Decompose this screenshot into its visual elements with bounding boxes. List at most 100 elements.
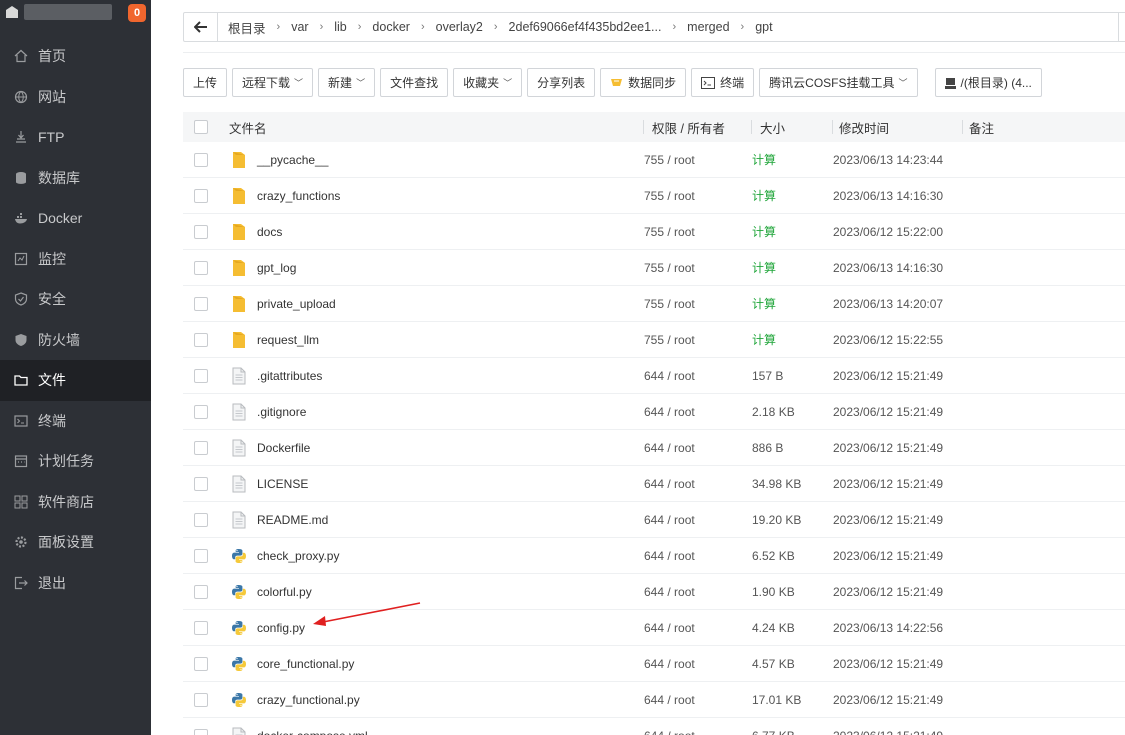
favorites-button[interactable]: 收藏夹 ﹀ — [453, 68, 523, 97]
row-checkbox[interactable] — [194, 548, 208, 563]
file-name-link[interactable]: config.py — [257, 621, 305, 635]
permissions-link[interactable]: 755 / root — [644, 261, 752, 275]
breadcrumb-segment[interactable]: docker — [368, 20, 414, 34]
breadcrumb-segment[interactable]: gpt — [751, 20, 776, 34]
table-row[interactable]: .gitattributes 644 / root 157 B 2023/06/12 … — [183, 358, 1125, 394]
table-row[interactable]: request_llm 755 / root 计算 2023/06/12 15:22:… — [183, 322, 1125, 358]
row-checkbox[interactable] — [194, 620, 208, 635]
permissions-link[interactable]: 755 / root — [644, 333, 752, 347]
calculate-size-link[interactable]: 计算 — [752, 187, 833, 204]
breadcrumb-segment[interactable]: overlay2 — [432, 20, 487, 34]
permissions-link[interactable]: 644 / root — [644, 369, 752, 383]
file-name-link[interactable]: LICENSE — [257, 477, 308, 491]
breadcrumb-segment[interactable]: var — [287, 20, 312, 34]
sidebar-item[interactable]: 退出 — [0, 563, 151, 604]
permissions-link[interactable]: 755 / root — [644, 189, 752, 203]
cosfs-mount-button[interactable]: 腾讯云COSFS挂载工具 ﹀ — [759, 68, 918, 97]
permissions-link[interactable]: 644 / root — [644, 621, 752, 635]
back-button[interactable] — [184, 13, 218, 41]
file-search-button[interactable]: 文件查找 — [380, 68, 449, 97]
sidebar-item[interactable]: 安全 — [0, 279, 151, 320]
sidebar-item[interactable]: 计划任务 — [0, 441, 151, 482]
file-name-link[interactable]: .gitattributes — [257, 369, 322, 383]
file-name-link[interactable]: check_proxy.py — [257, 549, 339, 563]
new-button[interactable]: 新建 ﹀ — [318, 68, 376, 97]
permissions-link[interactable]: 755 / root — [644, 297, 752, 311]
permissions-link[interactable]: 644 / root — [644, 477, 752, 491]
permissions-link[interactable]: 644 / root — [644, 585, 752, 599]
table-row[interactable]: README.md 644 / root 19.20 KB 2023/06/12 15… — [183, 502, 1125, 538]
row-checkbox[interactable] — [194, 440, 208, 455]
file-name-link[interactable]: .gitignore — [257, 405, 306, 419]
row-checkbox[interactable] — [194, 188, 208, 203]
row-checkbox[interactable] — [194, 332, 208, 347]
table-row[interactable]: gpt_log 755 / root 计算 2023/06/13 14:16:30 — [183, 250, 1125, 286]
column-note[interactable]: 备注 — [963, 112, 1125, 142]
sidebar-item[interactable]: Docker — [0, 198, 151, 239]
table-row[interactable]: LICENSE 644 / root 34.98 KB 2023/06/12 15:2… — [183, 466, 1125, 502]
row-checkbox[interactable] — [194, 584, 208, 599]
row-checkbox[interactable] — [194, 728, 208, 735]
sidebar-item[interactable]: FTP — [0, 117, 151, 158]
file-name-link[interactable]: request_llm — [257, 333, 319, 347]
sidebar-item[interactable]: 终端 — [0, 401, 151, 442]
permissions-link[interactable]: 644 / root — [644, 657, 752, 671]
table-row[interactable]: check_proxy.py 644 / root 6.52 KB 2023/06/1… — [183, 538, 1125, 574]
row-checkbox[interactable] — [194, 656, 208, 671]
file-name-link[interactable]: private_upload — [257, 297, 336, 311]
file-name-link[interactable]: docs — [257, 225, 282, 239]
select-all-checkbox[interactable] — [194, 120, 208, 134]
calculate-size-link[interactable]: 计算 — [752, 223, 833, 240]
table-row[interactable]: docs 755 / root 计算 2023/06/12 15:22:00 — [183, 214, 1125, 250]
file-name-link[interactable]: colorful.py — [257, 585, 312, 599]
calculate-size-link[interactable]: 计算 — [752, 259, 833, 276]
sidebar-item[interactable]: 数据库 — [0, 158, 151, 199]
column-permissions[interactable]: 权限 / 所有者 — [644, 112, 752, 142]
row-checkbox[interactable] — [194, 512, 208, 527]
breadcrumb-segment[interactable]: lib — [330, 20, 351, 34]
row-checkbox[interactable] — [194, 260, 208, 275]
data-sync-button[interactable]: 数据同步 — [600, 68, 687, 97]
sidebar-item[interactable]: 软件商店 — [0, 482, 151, 523]
refresh-button[interactable] — [1118, 13, 1125, 41]
notification-badge[interactable]: 0 — [128, 4, 146, 22]
table-row[interactable]: __pycache__ 755 / root 计算 2023/06/13 14:23:… — [183, 142, 1125, 178]
permissions-link[interactable]: 644 / root — [644, 549, 752, 563]
calculate-size-link[interactable]: 计算 — [752, 295, 833, 312]
breadcrumb-segment[interactable]: 根目录 — [224, 18, 270, 37]
table-row[interactable]: crazy_functional.py 644 / root 17.01 KB 202… — [183, 682, 1125, 718]
file-name-link[interactable]: gpt_log — [257, 261, 296, 275]
breadcrumb-segment[interactable]: 2def69066ef4f435bd2ee1... — [505, 20, 666, 34]
permissions-link[interactable]: 644 / root — [644, 693, 752, 707]
permissions-link[interactable]: 755 / root — [644, 153, 752, 167]
row-checkbox[interactable] — [194, 476, 208, 491]
disk-selector-button[interactable]: /(根目录) (4... — [934, 68, 1042, 97]
file-name-link[interactable]: crazy_functional.py — [257, 693, 360, 707]
sidebar-item[interactable]: 网站 — [0, 77, 151, 118]
file-name-link[interactable]: README.md — [257, 513, 328, 527]
table-row[interactable]: Dockerfile 644 / root 886 B 2023/06/12 15:2… — [183, 430, 1125, 466]
row-checkbox[interactable] — [194, 296, 208, 311]
table-row[interactable]: docker-compose.yml 644 / root6.77 KB2023/… — [183, 718, 1125, 735]
sidebar-item[interactable]: 面板设置 — [0, 522, 151, 563]
row-checkbox[interactable] — [194, 152, 208, 167]
table-row[interactable]: crazy_functions 755 / root 计算 2023/06/13 14… — [183, 178, 1125, 214]
permissions-link[interactable]: 644 / root — [644, 405, 752, 419]
terminal-button[interactable]: 终端 — [691, 68, 755, 97]
sidebar-item[interactable]: 首页 — [0, 36, 151, 77]
column-size[interactable]: 大小 — [752, 112, 833, 142]
file-name-link[interactable]: docker-compose.yml — [257, 729, 368, 735]
column-mtime[interactable]: 修改时间 — [833, 112, 963, 142]
table-row[interactable]: .gitignore 644 / root 2.18 KB 2023/06/12 15… — [183, 394, 1125, 430]
row-checkbox[interactable] — [194, 692, 208, 707]
column-name[interactable]: 文件名 — [219, 112, 644, 142]
row-checkbox[interactable] — [194, 368, 208, 383]
breadcrumb-segment[interactable]: merged — [683, 20, 733, 34]
permissions-link[interactable]: 755 / root — [644, 225, 752, 239]
file-name-link[interactable]: Dockerfile — [257, 441, 310, 455]
sidebar-item[interactable]: 文件 — [0, 360, 151, 401]
upload-button[interactable]: 上传 — [183, 68, 228, 97]
permissions-link[interactable]: 644 / root — [644, 729, 752, 735]
file-name-link[interactable]: core_functional.py — [257, 657, 354, 671]
calculate-size-link[interactable]: 计算 — [752, 331, 833, 348]
